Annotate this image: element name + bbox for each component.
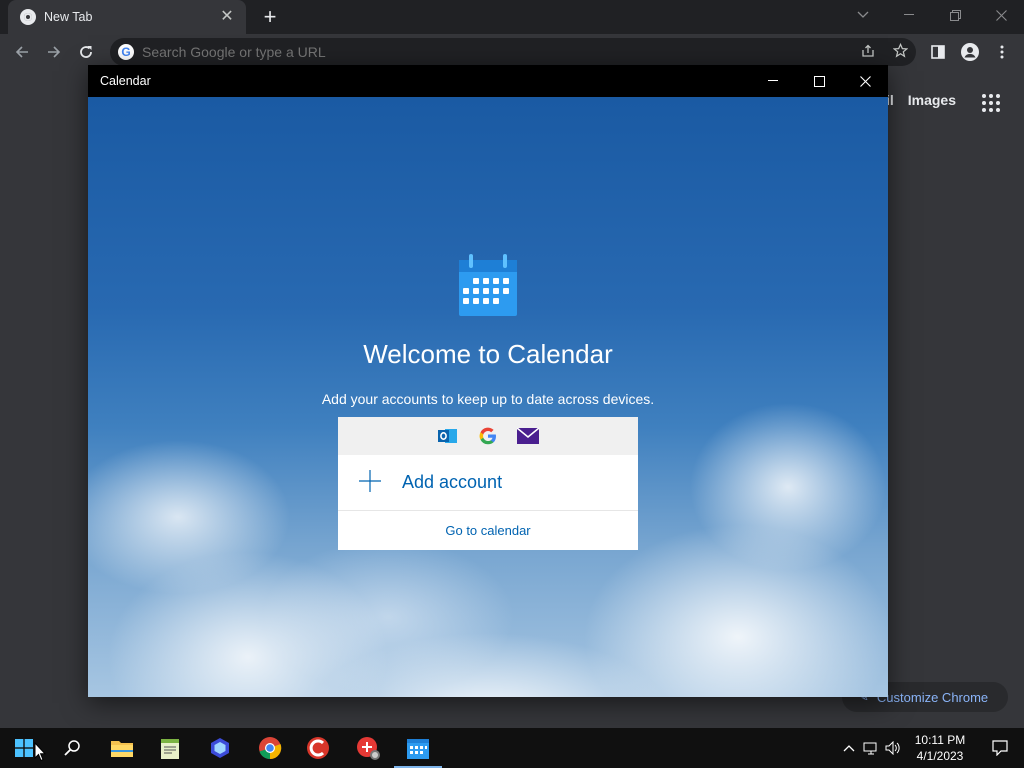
tab-new-tab[interactable]: New Tab ✕ xyxy=(8,0,246,34)
google-icon xyxy=(477,425,499,447)
calendar-window-title: Calendar xyxy=(100,74,151,88)
omnibox[interactable]: G xyxy=(110,38,916,66)
welcome-subtitle: Add your accounts to keep up to date acr… xyxy=(321,391,655,407)
app-icon[interactable] xyxy=(196,728,244,768)
ccleaner-app[interactable] xyxy=(294,728,342,768)
security-app[interactable] xyxy=(344,728,392,768)
calendar-app-icon xyxy=(459,254,517,316)
forward-arrow-icon[interactable] xyxy=(42,40,66,64)
windows-taskbar: 10:11 PM 4/1/2023 xyxy=(0,728,1024,768)
search-button[interactable] xyxy=(48,728,96,768)
new-tab-button[interactable]: + xyxy=(258,6,282,28)
chrome-window-controls xyxy=(840,0,1024,34)
welcome-title: Welcome to Calendar xyxy=(363,339,613,369)
chrome-menu-icon[interactable] xyxy=(990,40,1014,64)
chrome-favicon-icon xyxy=(20,9,36,25)
volume-icon[interactable] xyxy=(882,728,904,768)
tab-search-icon[interactable] xyxy=(840,0,886,30)
calendar-close-icon[interactable] xyxy=(842,65,888,97)
google-apps-icon[interactable] xyxy=(982,94,1000,112)
security-icon xyxy=(357,737,380,760)
close-icon[interactable] xyxy=(978,0,1024,30)
system-tray: 10:11 PM 4/1/2023 xyxy=(838,728,1024,768)
chevron-up-icon[interactable] xyxy=(838,728,860,768)
calendar-minimize-icon[interactable] xyxy=(750,65,796,97)
folder-icon xyxy=(111,741,133,757)
chrome-icon xyxy=(259,737,282,760)
clock-date: 4/1/2023 xyxy=(916,749,964,763)
bookmark-star-icon[interactable] xyxy=(884,42,916,61)
calendar-titlebar: Calendar xyxy=(88,65,888,97)
go-to-calendar-link[interactable]: Go to calendar xyxy=(338,511,638,549)
side-panel-icon[interactable] xyxy=(926,40,950,64)
omnibox-input[interactable] xyxy=(142,44,852,60)
restore-icon[interactable] xyxy=(932,0,978,30)
back-arrow-icon[interactable] xyxy=(10,40,34,64)
outlook-icon xyxy=(437,425,459,447)
mail-icon xyxy=(517,425,539,447)
minimize-icon[interactable] xyxy=(886,0,932,30)
calendar-taskbar-icon xyxy=(407,739,429,759)
images-link[interactable]: Images xyxy=(908,92,956,108)
tab-title: New Tab xyxy=(44,10,93,24)
profile-avatar-icon[interactable] xyxy=(958,40,982,64)
share-icon[interactable] xyxy=(852,44,884,61)
file-explorer-app[interactable] xyxy=(98,728,146,768)
add-account-label: Add account xyxy=(402,472,503,492)
chrome-app[interactable] xyxy=(246,728,294,768)
reload-icon[interactable] xyxy=(74,40,98,64)
account-card: Add account Go to calendar xyxy=(338,417,638,550)
notepad-icon xyxy=(161,739,179,759)
tab-close-icon[interactable]: ✕ xyxy=(218,8,236,26)
calendar-window: Calendar Welcome to Calendar Add your ac… xyxy=(88,65,888,697)
clock[interactable]: 10:11 PM 4/1/2023 xyxy=(904,732,976,764)
notepad-app[interactable] xyxy=(146,728,194,768)
add-account-button[interactable]: Add account xyxy=(338,455,638,511)
calendar-welcome-body: Welcome to Calendar Add your accounts to… xyxy=(88,97,888,697)
ntp-header-links: ail Images xyxy=(878,92,956,108)
network-icon[interactable] xyxy=(860,728,882,768)
notification-center-icon[interactable] xyxy=(976,728,1024,768)
clock-time: 10:11 PM xyxy=(914,733,966,747)
chrome-tabstrip: New Tab ✕ + xyxy=(0,0,1024,34)
windows-logo-icon xyxy=(15,739,33,757)
plus-icon xyxy=(358,470,382,495)
mouse-cursor-icon xyxy=(34,742,46,762)
hexagon-app-icon xyxy=(211,738,229,758)
calendar-app[interactable] xyxy=(394,728,442,768)
customize-chrome-label: Customize Chrome xyxy=(876,689,989,705)
google-icon: G xyxy=(118,44,134,60)
calendar-maximize-icon[interactable] xyxy=(796,65,842,97)
ccleaner-icon xyxy=(307,737,329,759)
search-icon xyxy=(64,740,80,756)
account-providers xyxy=(338,417,638,455)
